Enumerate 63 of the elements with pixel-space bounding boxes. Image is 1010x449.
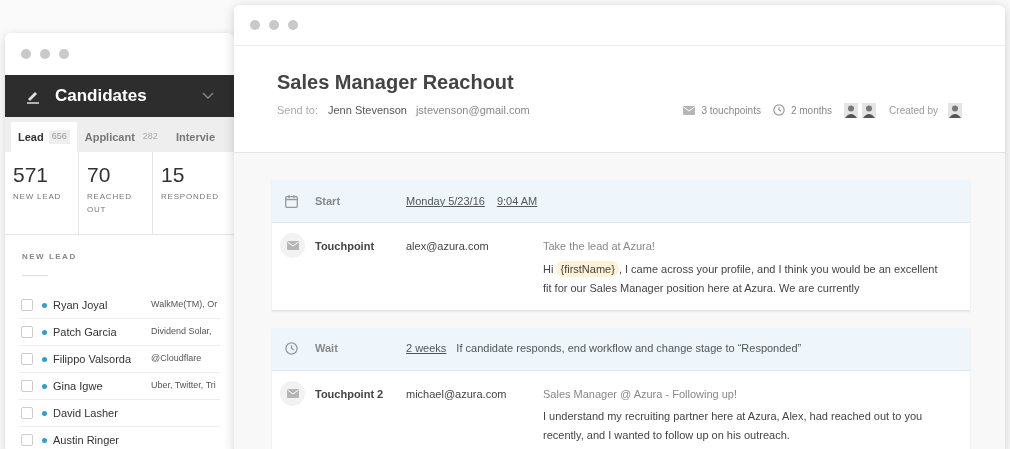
stat-value: 571 <box>13 162 50 188</box>
tab-label: Lead <box>18 129 44 145</box>
candidate-name[interactable]: Austin Ringer <box>53 431 151 449</box>
candidate-name[interactable]: Gina Igwe <box>53 377 151 395</box>
tab-count: 656 <box>48 130 70 144</box>
stat-label: NEW LEAD <box>13 191 63 203</box>
stage-tab[interactable]: Applicant 282 <box>77 122 168 152</box>
email-subject: Take the lead at Azura! <box>543 239 656 254</box>
envelope-icon <box>286 388 299 398</box>
stat-label: RESPONDED <box>161 191 220 203</box>
time-link[interactable]: 9:04 AM <box>496 192 538 210</box>
workflow-title: Sales Manager Reachout <box>277 70 515 95</box>
chevron-down-icon[interactable] <box>202 92 214 100</box>
candidate-name[interactable]: Patch Garcia <box>53 323 151 341</box>
calendar-icon <box>285 194 298 208</box>
row-checkbox[interactable] <box>21 353 33 365</box>
duration-text: 2 months <box>790 103 833 118</box>
created-by-label: Created by <box>889 103 938 118</box>
clock-icon <box>772 104 785 117</box>
stat-label: REACHED OUT <box>87 191 133 216</box>
candidate-name[interactable]: Filippo Valsorda <box>53 350 151 368</box>
stat-value: 70 <box>87 162 112 188</box>
clock-icon <box>285 342 298 355</box>
avatar-icon <box>844 102 859 118</box>
row-checkbox[interactable] <box>21 407 33 419</box>
company-text: @Cloudflare <box>151 352 202 366</box>
period-link[interactable]: 2 weeks <box>406 340 447 357</box>
stage-tab[interactable]: Lead 656 <box>11 122 77 152</box>
touchpoint-count: 3 touchpoints <box>701 103 761 118</box>
company-text: Uber, Twitter, Tri <box>151 379 216 393</box>
email-subject: Sales Manager @ Azura - Following up! <box>543 386 738 402</box>
avatar-icon <box>948 102 962 118</box>
date-link[interactable]: Monday 5/23/16 <box>406 192 485 210</box>
step-label: Touchpoint <box>315 239 376 254</box>
company-text: Dividend Solar, <box>151 325 212 339</box>
envelope-icon <box>683 105 696 115</box>
avatar-icon <box>862 102 877 118</box>
recipient-email: jstevenson@gmail.com <box>415 103 530 118</box>
email-body: I understand my recruiting partner here at Azura, Alex, had reached out to you recently, and I wanted to follow up on his outreach. <box>543 409 924 443</box>
stat-value: 15 <box>161 162 186 188</box>
step-label: Start <box>315 193 342 209</box>
step-label: Touchpoint 2 <box>315 386 385 402</box>
envelope-icon <box>286 241 299 250</box>
candidate-name[interactable]: Ryan Joyal <box>53 296 151 314</box>
row-checkbox[interactable] <box>21 434 33 446</box>
email-body: Hi {firstName} , I came across your profile, and I think you would be an excellent fit for our Sales Manager position here at Azura. We are currently <box>543 259 939 296</box>
stage-tab[interactable]: Intervie <box>168 122 222 152</box>
row-checkbox[interactable] <box>21 299 33 311</box>
list-heading: NEW LEAD <box>22 251 78 263</box>
row-checkbox[interactable] <box>21 380 33 392</box>
tab-label: Applicant <box>84 129 135 145</box>
recipient-name: Jenn Stevenson <box>328 103 407 118</box>
send-to-label: Send to: <box>277 103 318 118</box>
step-label: Wait <box>315 341 339 357</box>
sender-email: michael@azura.com <box>406 386 508 402</box>
tab-label: Intervie <box>175 129 215 145</box>
candidate-name[interactable]: David Lasher <box>53 404 151 422</box>
company-text: WalkMe(TM), Or <box>151 298 218 312</box>
wait-note: If candidate responds, end workflow and change stage to “Responded” <box>456 341 802 357</box>
header-title: Candidates <box>55 85 147 108</box>
tab-count: 282 <box>141 130 159 144</box>
row-checkbox[interactable] <box>21 326 33 338</box>
sender-email: alex@azura.com <box>406 239 490 254</box>
